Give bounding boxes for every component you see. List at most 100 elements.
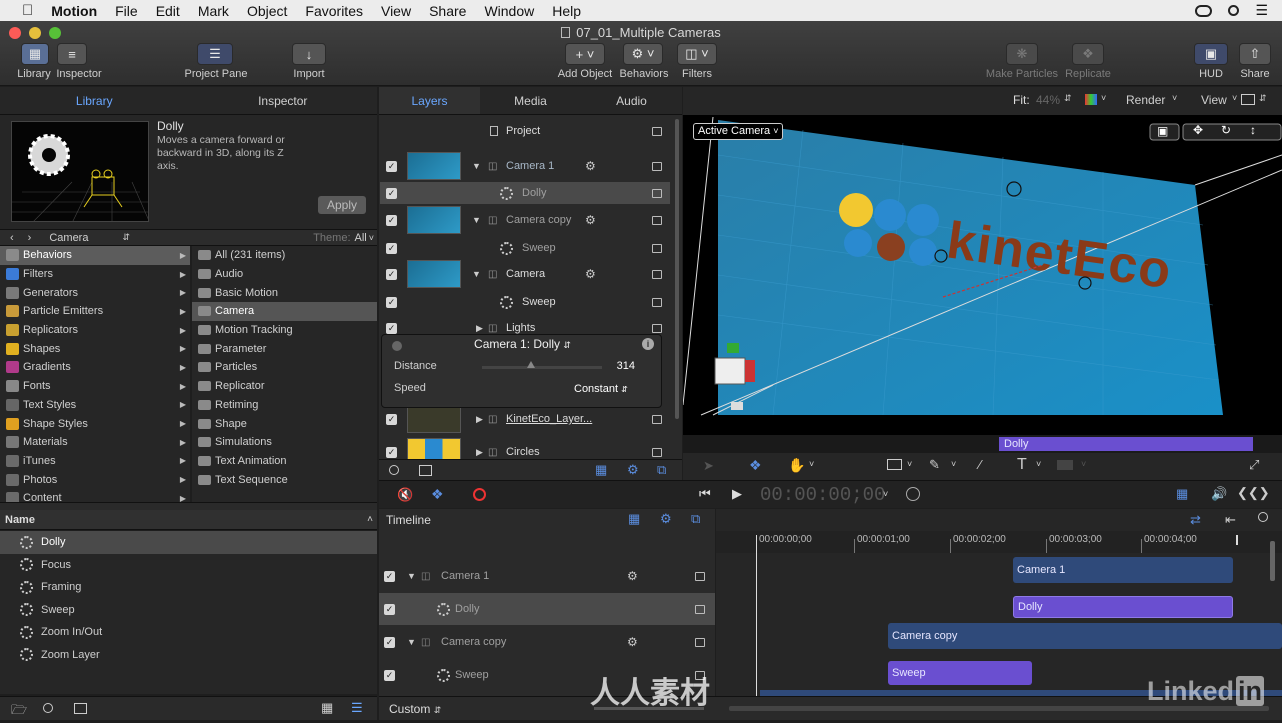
project-pane-button[interactable]: ☰: [197, 43, 233, 65]
layer-row[interactable]: ✓ ▼ ◫ Camera copy ⚙: [380, 205, 670, 235]
expand-canvas-icon[interactable]: ⤢: [1249, 457, 1259, 473]
tab-layers[interactable]: Layers: [379, 87, 480, 114]
distance-slider[interactable]: [482, 361, 602, 369]
mini-timeline-dolly-clip[interactable]: Dolly: [999, 437, 1253, 451]
tab-inspector[interactable]: Inspector: [189, 87, 378, 114]
tab-library[interactable]: Library: [0, 87, 189, 114]
library-item[interactable]: Framing: [0, 576, 377, 599]
spotlight-search-icon[interactable]: [1228, 5, 1240, 16]
menu-mark[interactable]: Mark: [189, 3, 238, 19]
category-item[interactable]: Behaviors ▶: [0, 246, 190, 265]
tab-media[interactable]: Media: [480, 87, 581, 114]
category-item[interactable]: iTunes ▶: [0, 452, 190, 471]
subcategory-item[interactable]: Retiming: [192, 396, 377, 415]
disclosure-triangle-icon[interactable]: ▶: [476, 447, 483, 458]
category-item[interactable]: Materials ▶: [0, 433, 190, 452]
timeline-visibility-checkbox[interactable]: ✓: [384, 570, 395, 582]
scrollbar[interactable]: [675, 119, 679, 419]
menu-edit[interactable]: Edit: [147, 3, 189, 19]
render-menu[interactable]: Render: [1126, 93, 1165, 107]
dolly-camera-icon[interactable]: ↕: [1250, 123, 1256, 137]
category-item[interactable]: Content ▶: [0, 489, 190, 502]
disclosure-triangle-icon[interactable]: ▼: [407, 637, 416, 647]
show-behaviors-icon[interactable]: ⚙: [660, 511, 672, 527]
notification-center-icon[interactable]: ☰: [1255, 2, 1268, 19]
view-layout-icon[interactable]: [1241, 94, 1255, 105]
paint-stroke-tool-icon[interactable]: ∕: [979, 457, 981, 472]
layer-row[interactable]: ✓ ▼ ◫ Camera 1 ⚙: [380, 151, 670, 181]
timeline-row[interactable]: ✓ Dolly: [379, 593, 715, 625]
preview-toggle-icon[interactable]: [74, 703, 87, 714]
timeline-visibility-checkbox[interactable]: ✓: [384, 603, 395, 615]
active-camera-menu[interactable]: Active Camera ˅: [693, 123, 784, 140]
show-layers-icon[interactable]: ▦: [595, 462, 607, 478]
layer-visibility-checkbox[interactable]: ✓: [386, 242, 397, 254]
inspector-toggle-button[interactable]: ≡: [57, 43, 87, 65]
library-item[interactable]: Zoom Layer: [0, 644, 377, 667]
subcategory-item[interactable]: Shape: [192, 414, 377, 433]
layer-label[interactable]: Camera 1: [506, 160, 554, 172]
mask-tool-icon[interactable]: [1057, 460, 1073, 470]
subcategory-item[interactable]: Parameter: [192, 339, 377, 358]
library-path[interactable]: Camera: [49, 232, 88, 244]
apply-button[interactable]: Apply: [318, 196, 366, 214]
stepper-icon[interactable]: ⇵: [1259, 93, 1267, 104]
filters-button[interactable]: ◫ ˅: [677, 43, 717, 65]
subcategory-item[interactable]: Replicator: [192, 377, 377, 396]
layer-gear-icon[interactable]: ⚙: [627, 569, 638, 583]
lock-icon[interactable]: [652, 414, 662, 424]
lock-icon[interactable]: [652, 243, 662, 253]
library-item[interactable]: Dolly: [0, 531, 377, 554]
lock-icon[interactable]: [695, 637, 705, 647]
video-camera-icon[interactable]: ▣: [1157, 124, 1168, 138]
apple-icon[interactable]: : [0, 2, 42, 19]
lock-icon[interactable]: [695, 571, 705, 581]
lock-icon[interactable]: [652, 188, 662, 198]
name-list-header[interactable]: Name ˄: [0, 510, 377, 530]
layer-label[interactable]: KinetEco_Layer...: [506, 413, 592, 425]
replicate-button[interactable]: ❖: [1072, 43, 1104, 65]
layer-row[interactable]: ✓ ▶ ◫ KinetEco_Layer...: [380, 405, 670, 433]
make-particles-button[interactable]: ❋: [1006, 43, 1038, 65]
timeline-toggle-icon[interactable]: ▦: [1176, 486, 1188, 502]
layer-visibility-checkbox[interactable]: ✓: [386, 296, 397, 308]
zoom-level[interactable]: 44%: [1036, 93, 1060, 107]
chevron-down-icon[interactable]: ˅: [907, 459, 912, 469]
layer-visibility-checkbox[interactable]: ✓: [386, 322, 397, 334]
timecode-display[interactable]: 00:00:00;00: [760, 484, 885, 506]
motion-path-icon[interactable]: ❖: [431, 486, 444, 503]
slider-thumb[interactable]: [527, 361, 535, 368]
subcategory-item[interactable]: Particles: [192, 358, 377, 377]
layer-visibility-checkbox[interactable]: ✓: [386, 268, 397, 280]
timeline-visibility-checkbox[interactable]: ✓: [384, 669, 395, 681]
menu-favorites[interactable]: Favorites: [296, 3, 372, 19]
chevron-down-icon[interactable]: ˅: [1081, 459, 1086, 469]
import-button[interactable]: ↓: [292, 43, 326, 65]
show-masks-icon[interactable]: ⧉: [657, 462, 666, 478]
color-channels-icon[interactable]: [1085, 94, 1097, 105]
shape-tool-icon[interactable]: [887, 459, 902, 470]
chevron-down-icon[interactable]: ˅: [1036, 459, 1041, 469]
timeline-horizontal-scrollbar[interactable]: [729, 706, 1269, 711]
menu-window[interactable]: Window: [475, 3, 543, 19]
subcategory-item[interactable]: Basic Motion: [192, 283, 377, 302]
grid-view-icon[interactable]: ▦: [321, 700, 333, 716]
layer-gear-icon[interactable]: ⚙: [585, 267, 596, 281]
menu-file[interactable]: File: [106, 3, 147, 19]
disclosure-triangle-icon[interactable]: ▼: [407, 571, 416, 581]
chevron-down-icon[interactable]: ˅: [883, 489, 888, 499]
fit-timeline-icon[interactable]: ⇤: [1225, 512, 1236, 528]
category-item[interactable]: Photos ▶: [0, 470, 190, 489]
timeline-row[interactable]: ✓ Sweep: [379, 659, 715, 691]
clip-sweep[interactable]: Sweep: [888, 661, 1032, 685]
play-range-end[interactable]: [1236, 535, 1238, 545]
show-behaviors-icon[interactable]: ⚙: [627, 462, 639, 478]
chevron-down-icon[interactable]: ˅: [951, 459, 956, 469]
subcategory-item[interactable]: Text Animation: [192, 452, 377, 471]
lock-icon[interactable]: [652, 447, 662, 457]
behaviors-button[interactable]: ⚙ ˅: [623, 43, 663, 65]
chevron-down-icon[interactable]: ˅: [1101, 93, 1106, 103]
mini-timeline[interactable]: Dolly: [683, 435, 1282, 453]
clip-camera-copy[interactable]: Camera copy: [888, 623, 1282, 649]
play-icon[interactable]: ▶: [732, 486, 742, 502]
